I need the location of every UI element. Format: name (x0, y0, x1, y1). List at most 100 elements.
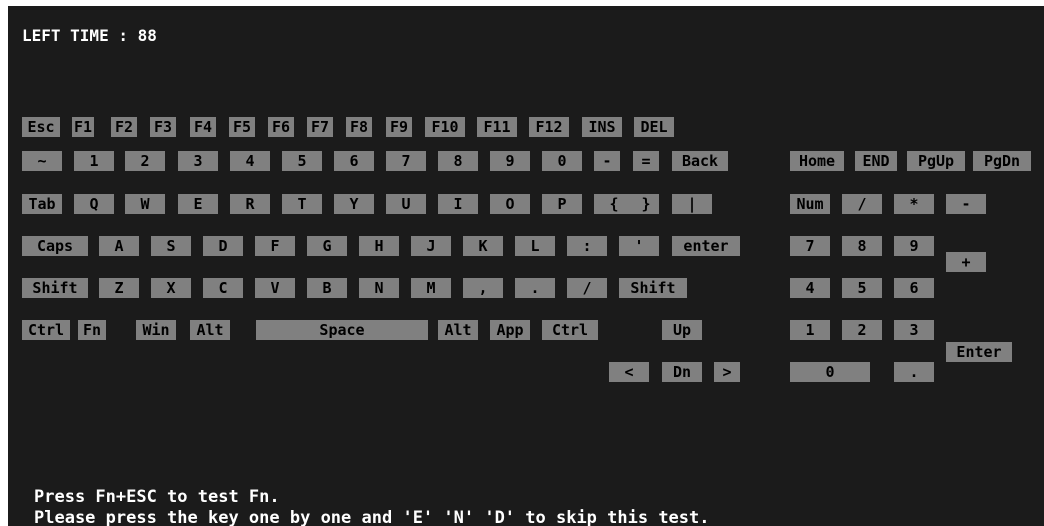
key-left[interactable]: < (609, 362, 649, 382)
key-win[interactable]: Win (136, 320, 176, 340)
key-y[interactable]: Y (334, 194, 374, 214)
key-kp8[interactable]: 8 (842, 236, 882, 256)
key-comma[interactable]: , (463, 278, 503, 298)
key-f1[interactable]: F1 (72, 117, 94, 137)
key-esc[interactable]: Esc (22, 117, 60, 137)
key-t[interactable]: T (282, 194, 322, 214)
key-f8[interactable]: F8 (346, 117, 372, 137)
key-rshift[interactable]: Shift (619, 278, 687, 298)
key-n1[interactable]: 1 (74, 151, 114, 171)
key-n9[interactable]: 9 (490, 151, 530, 171)
key-n5[interactable]: 5 (282, 151, 322, 171)
key-kp-star[interactable]: * (894, 194, 934, 214)
key-l[interactable]: L (515, 236, 555, 256)
key-ralt[interactable]: Alt (438, 320, 478, 340)
key-r[interactable]: R (230, 194, 270, 214)
key-u[interactable]: U (386, 194, 426, 214)
key-j[interactable]: J (411, 236, 451, 256)
key-f3[interactable]: F3 (150, 117, 176, 137)
key-f2[interactable]: F2 (111, 117, 137, 137)
key-n0[interactable]: 0 (542, 151, 582, 171)
key-down[interactable]: Dn (662, 362, 702, 382)
key-i[interactable]: I (438, 194, 478, 214)
key-kp2[interactable]: 2 (842, 320, 882, 340)
key-n7[interactable]: 7 (386, 151, 426, 171)
key-p[interactable]: P (542, 194, 582, 214)
key-rbrace[interactable]: } (633, 194, 659, 214)
key-n8[interactable]: 8 (438, 151, 478, 171)
key-pgdn[interactable]: PgDn (973, 151, 1031, 171)
key-h[interactable]: H (359, 236, 399, 256)
key-m[interactable]: M (411, 278, 451, 298)
key-kp4[interactable]: 4 (790, 278, 830, 298)
key-g[interactable]: G (307, 236, 347, 256)
key-n3[interactable]: 3 (178, 151, 218, 171)
key-a[interactable]: A (99, 236, 139, 256)
key-s[interactable]: S (151, 236, 191, 256)
key-kp-enter[interactable]: Enter (946, 342, 1012, 362)
key-f6[interactable]: F6 (268, 117, 294, 137)
key-enter[interactable]: enter (672, 236, 740, 256)
key-del[interactable]: DEL (634, 117, 674, 137)
key-f11[interactable]: F11 (477, 117, 517, 137)
key-back[interactable]: Back (672, 151, 728, 171)
key-n6[interactable]: 6 (334, 151, 374, 171)
key-up[interactable]: Up (662, 320, 702, 340)
key-minus[interactable]: - (594, 151, 620, 171)
key-kp9[interactable]: 9 (894, 236, 934, 256)
key-kp-minus[interactable]: - (946, 194, 986, 214)
key-kp5[interactable]: 5 (842, 278, 882, 298)
key-kp3[interactable]: 3 (894, 320, 934, 340)
key-f4[interactable]: F4 (190, 117, 216, 137)
key-kp-plus[interactable]: + (946, 252, 986, 272)
key-f9[interactable]: F9 (386, 117, 412, 137)
key-f12[interactable]: F12 (529, 117, 569, 137)
key-lctrl[interactable]: Ctrl (22, 320, 70, 340)
key-kp0[interactable]: 0 (790, 362, 870, 382)
key-w[interactable]: W (125, 194, 165, 214)
key-equals[interactable]: = (633, 151, 659, 171)
key-right[interactable]: > (714, 362, 740, 382)
key-rctrl[interactable]: Ctrl (542, 320, 598, 340)
key-end[interactable]: END (855, 151, 897, 171)
key-num[interactable]: Num (790, 194, 830, 214)
key-app[interactable]: App (490, 320, 530, 340)
key-f[interactable]: F (255, 236, 295, 256)
key-period[interactable]: . (515, 278, 555, 298)
key-pgup[interactable]: PgUp (907, 151, 965, 171)
key-z[interactable]: Z (99, 278, 139, 298)
key-c[interactable]: C (203, 278, 243, 298)
key-f10[interactable]: F10 (425, 117, 465, 137)
key-kp7[interactable]: 7 (790, 236, 830, 256)
key-kp-slash[interactable]: / (842, 194, 882, 214)
key-slash[interactable]: / (567, 278, 607, 298)
key-kp1[interactable]: 1 (790, 320, 830, 340)
key-n4[interactable]: 4 (230, 151, 270, 171)
key-d[interactable]: D (203, 236, 243, 256)
key-lalt[interactable]: Alt (190, 320, 230, 340)
key-kp6[interactable]: 6 (894, 278, 934, 298)
key-quote[interactable]: ' (619, 236, 659, 256)
key-n[interactable]: N (359, 278, 399, 298)
key-q[interactable]: Q (74, 194, 114, 214)
key-ins[interactable]: INS (582, 117, 622, 137)
key-space[interactable]: Space (256, 320, 428, 340)
key-lshift[interactable]: Shift (22, 278, 88, 298)
key-b[interactable]: B (307, 278, 347, 298)
key-f5[interactable]: F5 (229, 117, 255, 137)
key-tilde[interactable]: ~ (22, 151, 62, 171)
key-f7[interactable]: F7 (307, 117, 333, 137)
key-k[interactable]: K (463, 236, 503, 256)
key-kp-dot[interactable]: . (894, 362, 934, 382)
key-fn[interactable]: Fn (78, 320, 106, 340)
key-x[interactable]: X (151, 278, 191, 298)
key-caps[interactable]: Caps (22, 236, 88, 256)
key-colon[interactable]: : (567, 236, 607, 256)
key-pipe[interactable]: | (672, 194, 712, 214)
key-tab[interactable]: Tab (22, 194, 62, 214)
key-home[interactable]: Home (790, 151, 844, 171)
key-e[interactable]: E (178, 194, 218, 214)
key-o[interactable]: O (490, 194, 530, 214)
key-v[interactable]: V (255, 278, 295, 298)
key-n2[interactable]: 2 (125, 151, 165, 171)
